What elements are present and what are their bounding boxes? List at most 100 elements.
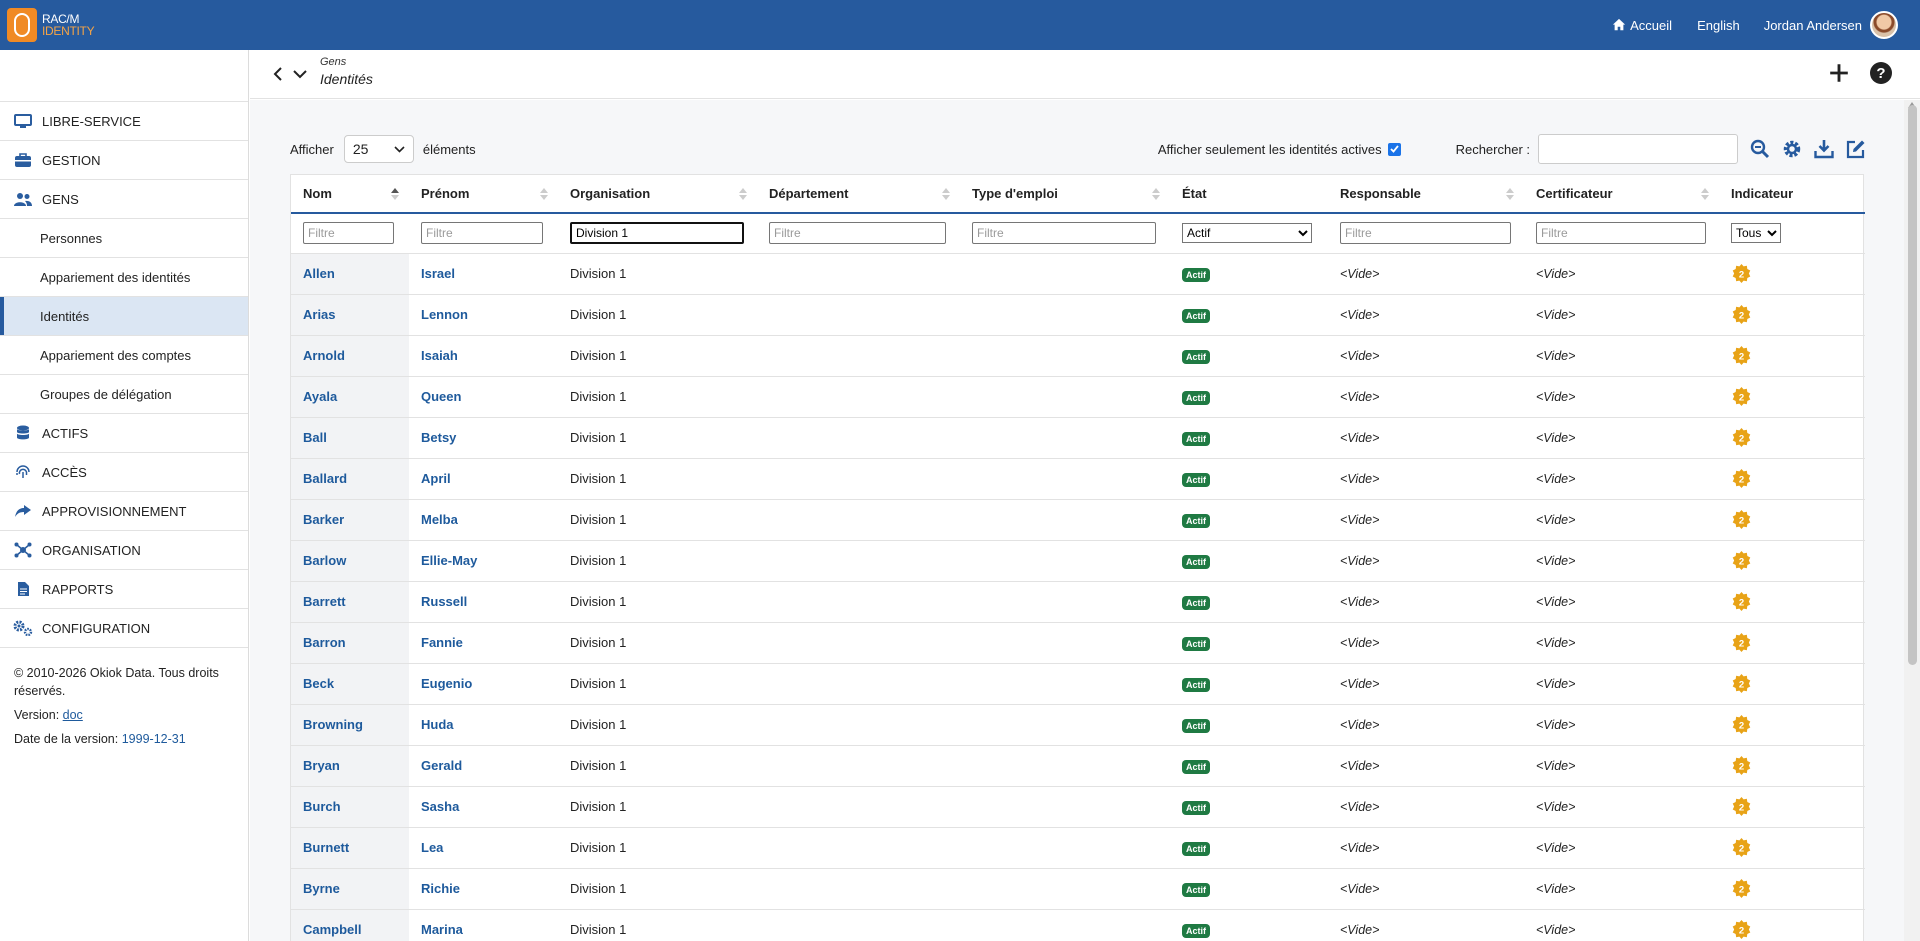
row-prenom-link[interactable]: Israel bbox=[421, 266, 455, 281]
sidebar-item-organisation[interactable]: ORGANISATION bbox=[0, 531, 248, 570]
scrollbar-thumb[interactable] bbox=[1908, 105, 1917, 665]
row-prenom-link[interactable]: Queen bbox=[421, 389, 461, 404]
sidebar-item-acces[interactable]: ACCÈS bbox=[0, 453, 248, 492]
page-size-select[interactable]: 25 bbox=[343, 135, 414, 163]
col-header-prenom[interactable]: Prénom bbox=[409, 175, 558, 214]
row-prenom-link[interactable]: Lennon bbox=[421, 307, 468, 322]
row-nom-link[interactable]: Arias bbox=[303, 307, 336, 322]
row-prenom-link[interactable]: Isaiah bbox=[421, 348, 458, 363]
table-row[interactable]: Burch Sasha Division 1 Actif <Vide> <Vide> 2 bbox=[291, 786, 1865, 828]
table-row[interactable]: Allen Israel Division 1 Actif <Vide> <Vide> 2 bbox=[291, 253, 1865, 295]
row-prenom-link[interactable]: Sasha bbox=[421, 799, 459, 814]
table-row[interactable]: Barker Melba Division 1 Actif <Vide> <Vide> 2 bbox=[291, 499, 1865, 541]
row-indicateur[interactable]: 2 bbox=[1719, 499, 1865, 541]
table-row[interactable]: Campbell Marina Division 1 Actif <Vide> <Vide… bbox=[291, 909, 1865, 941]
col-header-departement[interactable]: Département bbox=[757, 175, 960, 214]
table-row[interactable]: Byrne Richie Division 1 Actif <Vide> <Vide> 2 bbox=[291, 868, 1865, 910]
app-logo[interactable]: RAC/M IDENTITY bbox=[7, 0, 95, 50]
search-input[interactable] bbox=[1538, 134, 1738, 164]
table-row[interactable]: Ayala Queen Division 1 Actif <Vide> <Vide> 2 bbox=[291, 376, 1865, 418]
row-prenom-link[interactable]: Richie bbox=[421, 881, 460, 896]
row-prenom-link[interactable]: Eugenio bbox=[421, 676, 472, 691]
breadcrumb-parent[interactable]: Gens bbox=[320, 56, 373, 68]
row-indicateur[interactable]: 2 bbox=[1719, 376, 1865, 418]
row-nom-link[interactable]: Barron bbox=[303, 635, 346, 650]
filter-type-emploi[interactable] bbox=[972, 222, 1156, 245]
filter-departement[interactable] bbox=[769, 222, 946, 245]
row-indicateur[interactable]: 2 bbox=[1719, 622, 1865, 664]
row-indicateur[interactable]: 2 bbox=[1719, 868, 1865, 910]
filter-responsable[interactable] bbox=[1340, 222, 1511, 245]
row-nom-link[interactable]: Bryan bbox=[303, 758, 340, 773]
row-indicateur[interactable]: 2 bbox=[1719, 909, 1865, 941]
home-link[interactable]: Accueil bbox=[1612, 18, 1672, 33]
row-indicateur[interactable]: 2 bbox=[1719, 786, 1865, 828]
language-link[interactable]: English bbox=[1697, 18, 1740, 33]
table-row[interactable]: Barrett Russell Division 1 Actif <Vide> <Vide… bbox=[291, 581, 1865, 623]
row-prenom-link[interactable]: Huda bbox=[421, 717, 454, 732]
row-indicateur[interactable]: 2 bbox=[1719, 335, 1865, 377]
col-header-indicateur[interactable]: Indicateur bbox=[1719, 175, 1865, 214]
table-row[interactable]: Ballard April Division 1 Actif <Vide> <Vide> 2 bbox=[291, 458, 1865, 500]
sidebar-item-libre-service[interactable]: LIBRE-SERVICE bbox=[0, 102, 248, 141]
row-indicateur[interactable]: 2 bbox=[1719, 417, 1865, 459]
sidebar-item-gestion[interactable]: GESTION bbox=[0, 141, 248, 180]
row-nom-link[interactable]: Barlow bbox=[303, 553, 346, 568]
row-prenom-link[interactable]: Russell bbox=[421, 594, 467, 609]
row-indicateur[interactable]: 2 bbox=[1719, 581, 1865, 623]
row-indicateur[interactable]: 2 bbox=[1719, 294, 1865, 336]
plus-icon[interactable] bbox=[1828, 62, 1850, 84]
date-value-link[interactable]: 1999-12-31 bbox=[122, 732, 186, 746]
row-prenom-link[interactable]: Melba bbox=[421, 512, 458, 527]
row-nom-link[interactable]: Browning bbox=[303, 717, 363, 732]
row-prenom-link[interactable]: Fannie bbox=[421, 635, 463, 650]
row-prenom-link[interactable]: Marina bbox=[421, 922, 463, 937]
table-row[interactable]: Browning Huda Division 1 Actif <Vide> <Vide> 2 bbox=[291, 704, 1865, 746]
row-nom-link[interactable]: Barrett bbox=[303, 594, 346, 609]
sidebar-item-appariement-identites[interactable]: Appariement des identités bbox=[0, 258, 248, 297]
table-row[interactable]: Burnett Lea Division 1 Actif <Vide> <Vide> 2 bbox=[291, 827, 1865, 869]
filter-organisation[interactable] bbox=[570, 222, 744, 245]
row-indicateur[interactable]: 2 bbox=[1719, 745, 1865, 787]
row-nom-link[interactable]: Byrne bbox=[303, 881, 340, 896]
sidebar-item-personnes[interactable]: Personnes bbox=[0, 219, 248, 258]
row-nom-link[interactable]: Burch bbox=[303, 799, 341, 814]
filter-etat[interactable]: Actif bbox=[1182, 223, 1312, 244]
download-icon[interactable] bbox=[1812, 137, 1836, 161]
filter-nom[interactable] bbox=[303, 222, 394, 245]
row-nom-link[interactable]: Beck bbox=[303, 676, 334, 691]
sidebar-item-approvisionnement[interactable]: APPROVISIONNEMENT bbox=[0, 492, 248, 531]
row-nom-link[interactable]: Campbell bbox=[303, 922, 362, 937]
sidebar-item-identites[interactable]: Identités bbox=[0, 297, 248, 336]
row-prenom-link[interactable]: Ellie-May bbox=[421, 553, 477, 568]
col-header-type-emploi[interactable]: Type d'emploi bbox=[960, 175, 1170, 214]
avatar[interactable] bbox=[1870, 11, 1898, 39]
row-nom-link[interactable]: Ball bbox=[303, 430, 327, 445]
sidebar-item-groupes-delegation[interactable]: Groupes de délégation bbox=[0, 375, 248, 414]
sidebar-item-gens[interactable]: GENS bbox=[0, 180, 248, 219]
table-row[interactable]: Barlow Ellie-May Division 1 Actif <Vide> <Vid… bbox=[291, 540, 1865, 582]
row-prenom-link[interactable]: Gerald bbox=[421, 758, 462, 773]
table-row[interactable]: Beck Eugenio Division 1 Actif <Vide> <Vide> 2 bbox=[291, 663, 1865, 705]
help-icon[interactable]: ? bbox=[1870, 62, 1892, 84]
row-indicateur[interactable]: 2 bbox=[1719, 704, 1865, 746]
table-row[interactable]: Ball Betsy Division 1 Actif <Vide> <Vide> 2 bbox=[291, 417, 1865, 459]
sidebar-item-rapports[interactable]: RAPPORTS bbox=[0, 570, 248, 609]
table-row[interactable]: Bryan Gerald Division 1 Actif <Vide> <Vide> 2 bbox=[291, 745, 1865, 787]
settings-gear-icon[interactable] bbox=[1780, 137, 1804, 161]
row-prenom-link[interactable]: Lea bbox=[421, 840, 443, 855]
sidebar-item-configuration[interactable]: CONFIGURATION bbox=[0, 609, 248, 648]
col-header-organisation[interactable]: Organisation bbox=[558, 175, 757, 214]
table-row[interactable]: Barron Fannie Division 1 Actif <Vide> <Vide> 2 bbox=[291, 622, 1865, 664]
row-nom-link[interactable]: Barker bbox=[303, 512, 344, 527]
user-name[interactable]: Jordan Andersen bbox=[1764, 18, 1862, 33]
row-prenom-link[interactable]: Betsy bbox=[421, 430, 456, 445]
row-indicateur[interactable]: 2 bbox=[1719, 253, 1865, 295]
row-nom-link[interactable]: Burnett bbox=[303, 840, 349, 855]
col-header-etat[interactable]: État bbox=[1170, 175, 1328, 214]
chevron-down-icon[interactable] bbox=[292, 64, 308, 84]
table-row[interactable]: Arias Lennon Division 1 Actif <Vide> <Vide> 2 bbox=[291, 294, 1865, 336]
back-chevron-icon[interactable] bbox=[270, 64, 286, 84]
edit-icon[interactable] bbox=[1844, 137, 1868, 161]
row-indicateur[interactable]: 2 bbox=[1719, 827, 1865, 869]
